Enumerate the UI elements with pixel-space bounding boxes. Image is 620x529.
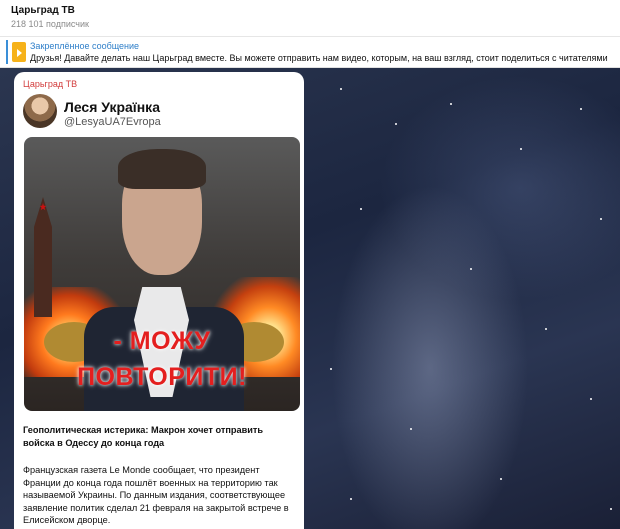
star [580,108,582,110]
subscriber-count: 218 101 подписчик [11,19,89,29]
image-caption-line1: - МОЖУ [113,327,211,355]
star [520,148,522,150]
channel-title[interactable]: Царьград ТВ [11,5,75,16]
star [610,508,612,510]
pinned-video-thumbnail-icon[interactable] [12,42,26,62]
star [600,218,602,220]
star [450,103,452,105]
message-sender[interactable]: Царьград ТВ [23,79,77,89]
star [360,208,362,210]
star [545,328,547,330]
channel-header[interactable]: Царьград ТВ 218 101 подписчик [0,0,620,37]
avatar [23,94,57,128]
image-caption-line2: ПОВТОРИТИ! [77,363,247,391]
star [470,268,472,270]
portrait-hair [118,149,206,189]
author-name: Леся Українка [64,99,160,115]
star [500,478,502,480]
kremlin-tower-icon [34,197,52,317]
star [330,368,332,370]
post-headline: Геополитическая истерика: Макрон хочет о… [23,425,264,448]
post-image[interactable]: - МОЖУ ПОВТОРИТИ! [24,137,300,411]
pinned-message-label: Закреплённое сообщение [30,41,140,51]
author-handle: @LesyaUA7Evropa [64,116,161,128]
pinned-message-text[interactable]: Друзья! Давайте делать наш Царьград вмес… [30,53,608,63]
post-body: Французская газета Le Monde сообщает, чт… [23,465,289,526]
star [340,88,342,90]
star [350,498,352,500]
message-bubble[interactable]: Царьград ТВ Леся Українка @LesyaUA7Evrop… [14,72,304,529]
star [410,428,412,430]
pinned-message-bar[interactable]: Закреплённое сообщение Друзья! Давайте д… [0,37,620,68]
pinned-indicator [6,40,8,64]
star [590,398,592,400]
star [395,123,397,125]
